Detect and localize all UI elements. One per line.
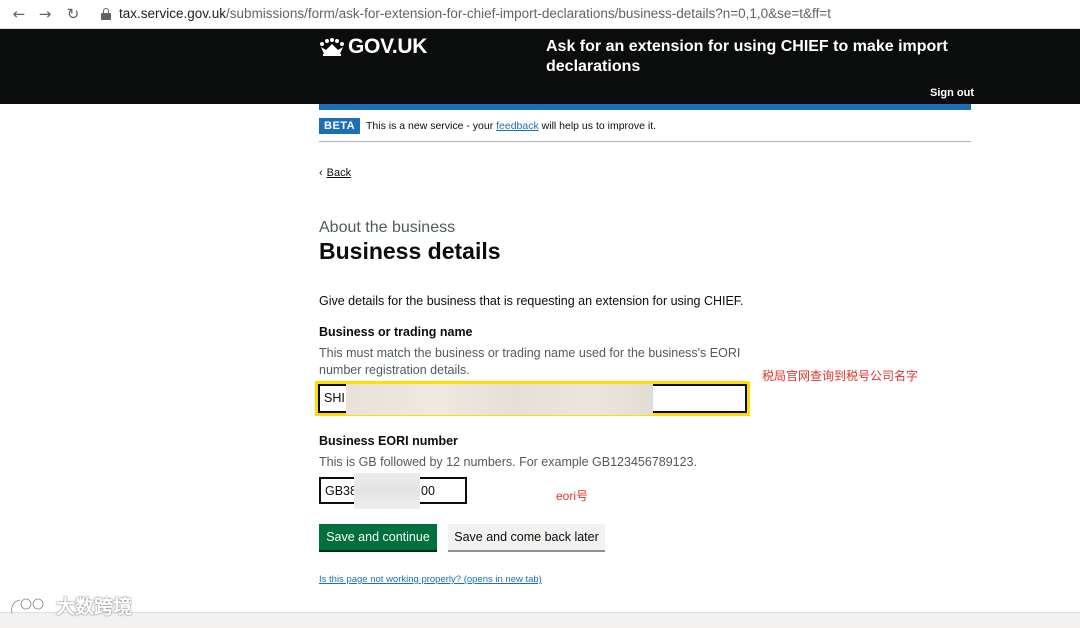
- divider: [319, 141, 971, 142]
- phase-banner-text: This is a new service - your feedback wi…: [366, 120, 656, 132]
- save-and-come-back-later-button[interactable]: Save and come back later: [448, 524, 605, 550]
- url-path: /submissions/form/ask-for-extension-for-…: [226, 6, 831, 21]
- page-caption: About the business: [319, 219, 456, 236]
- footer-strip: [0, 612, 1080, 628]
- lock-icon[interactable]: [101, 8, 111, 20]
- save-and-continue-button[interactable]: Save and continue: [319, 524, 437, 550]
- forward-arrow-icon[interactable]: →: [34, 4, 56, 24]
- phase-text-end: will help us to improve it.: [538, 120, 657, 132]
- business-name-label: Business or trading name: [319, 325, 473, 339]
- business-name-input[interactable]: SHI: [315, 381, 750, 416]
- eori-label: Business EORI number: [319, 434, 458, 448]
- reload-icon[interactable]: ↻: [62, 4, 84, 24]
- eori-hint: This is GB followed by 12 numbers. For e…: [319, 455, 697, 469]
- back-link[interactable]: ‹ Back: [319, 167, 351, 180]
- url-host: tax.service.gov.uk: [119, 6, 227, 21]
- crown-icon: [320, 38, 344, 56]
- watermark-text: 大数跨境: [56, 596, 133, 618]
- intro-text: Give details for the business that is re…: [319, 294, 744, 308]
- annotation-company-name: 税局官网查询到税号公司名字: [762, 369, 919, 383]
- business-name-hint: This must match the business or trading …: [319, 346, 741, 377]
- phase-text-start: This is a new service - your: [366, 120, 497, 132]
- chevron-left-icon: ‹: [319, 167, 323, 179]
- govuk-logo[interactable]: GOV.UK: [348, 36, 427, 58]
- back-arrow-icon[interactable]: ←: [8, 4, 30, 24]
- eori-input[interactable]: GB38 00: [319, 473, 467, 509]
- header-accent-bar: [319, 104, 971, 110]
- redaction-blur: [346, 384, 653, 415]
- sign-out-link[interactable]: Sign out: [930, 87, 974, 100]
- report-problem-link[interactable]: Is this page not working properly? (open…: [319, 574, 542, 585]
- watermark-logo-icon: [10, 597, 45, 615]
- eori-value-start: GB38: [325, 484, 357, 498]
- service-name[interactable]: Ask for an extension for using CHIEF to …: [546, 37, 966, 77]
- beta-tag: BETA: [319, 118, 361, 134]
- business-name-value: SHI: [324, 391, 345, 405]
- eori-value-end: 00: [421, 484, 435, 498]
- back-link-label: Back: [326, 167, 352, 179]
- browser-toolbar: ← → ↻ tax.service.gov.uk/submissions/for…: [0, 0, 1080, 29]
- redaction-blur: [354, 473, 420, 509]
- page-title: Business details: [319, 238, 501, 264]
- annotation-eori: eori号: [556, 489, 589, 503]
- address-bar[interactable]: tax.service.gov.uk/submissions/form/ask-…: [119, 6, 831, 22]
- feedback-link[interactable]: feedback: [496, 120, 539, 132]
